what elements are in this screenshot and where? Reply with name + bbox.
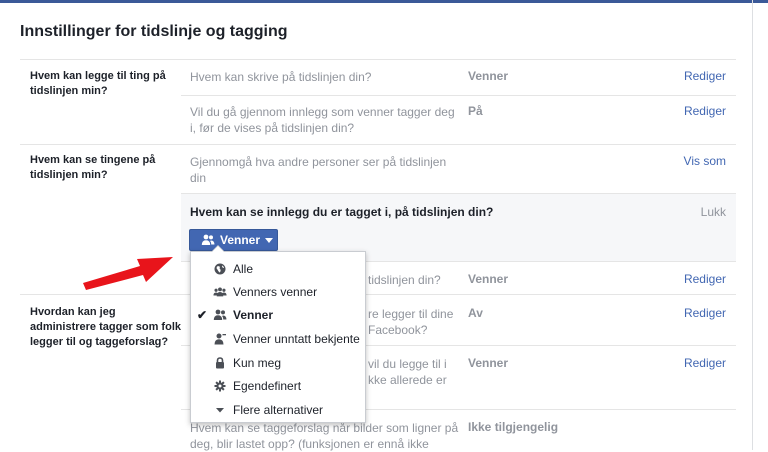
menu-item-label: Venners venner	[233, 284, 318, 299]
setting-question: Vil du gå gjennom innlegg som venner tag…	[190, 105, 455, 135]
divider	[20, 59, 736, 60]
menu-item-label: Flere alternativer	[233, 402, 324, 417]
setting-question: Hvem kan se taggeforslag når bilder som …	[190, 420, 462, 452]
setting-question-line: vil du legge til i	[368, 357, 447, 371]
view-as-link[interactable]: Vis som	[684, 154, 726, 168]
setting-question: tidslinjen din?	[368, 273, 441, 287]
menu-item-more-options[interactable]: Flere alternativer	[191, 398, 365, 421]
lock-icon	[216, 356, 224, 368]
checkmark-icon: ✔	[196, 307, 208, 322]
top-border	[0, 0, 768, 3]
menu-item-label: Venner unntatt bekjente	[233, 331, 360, 346]
audience-dropdown-menu: Alle Venners venner ✔ Venner Venner unnt…	[190, 245, 366, 423]
close-link[interactable]: Lukk	[701, 205, 726, 219]
menu-item-label: Kun meg	[233, 355, 282, 370]
menu-item-label: Egendefinert	[233, 378, 302, 393]
annotation-arrow-icon	[83, 257, 173, 290]
setting-question: vil du legge til i kke allerede er	[368, 356, 463, 388]
right-border	[752, 0, 753, 450]
chevron-down-icon	[265, 237, 274, 243]
gear-icon	[214, 380, 226, 391]
audience-selector-button[interactable]: Venner	[189, 229, 278, 251]
menu-item-friends[interactable]: ✔ Venner	[191, 303, 365, 326]
menu-item-label: Venner	[233, 307, 274, 322]
friends-except-icon	[214, 333, 226, 344]
menu-item-only-me[interactable]: Kun meg	[191, 351, 365, 374]
setting-question-line: Facebook?	[368, 323, 428, 337]
divider	[20, 144, 736, 145]
setting-question-line: kke allerede er	[368, 373, 447, 387]
setting-value: Av	[468, 306, 483, 320]
divider	[20, 294, 736, 295]
edit-link[interactable]: Rediger	[684, 272, 726, 286]
setting-value: Venner	[468, 356, 509, 370]
menu-item-label: Alle	[233, 261, 254, 276]
setting-value: Venner	[468, 272, 509, 286]
friends-icon	[213, 309, 227, 320]
edit-link[interactable]: Rediger	[684, 104, 726, 118]
section-label-timeline-posting: Hvem kan legge til ting på tidslinjen mi…	[30, 70, 166, 97]
setting-value: Venner	[468, 69, 509, 83]
globe-icon	[214, 263, 226, 274]
edit-link[interactable]: Rediger	[684, 69, 726, 83]
section-label-tagging: Hvordan kan jeg administrere tagger som …	[30, 306, 181, 348]
menu-item-custom[interactable]: Egendefinert	[191, 374, 365, 397]
friends-of-friends-icon	[213, 286, 227, 296]
edit-link[interactable]: Rediger	[684, 306, 726, 320]
divider	[181, 95, 736, 96]
setting-question: Gjennomgå hva andre personer ser på tids…	[190, 155, 447, 185]
setting-question: re legger til dine Facebook?	[368, 306, 463, 338]
setting-question-line: re legger til dine	[368, 307, 454, 321]
setting-question: Hvem kan skrive på tidslinjen din?	[190, 70, 372, 84]
menu-item-friends-except-acquaintances[interactable]: Venner unntatt bekjente	[191, 327, 365, 350]
menu-item-everyone[interactable]: Alle	[191, 257, 365, 280]
section-label-timeline-visibility: Hvem kan se tingene på tidslinjen min?	[30, 154, 156, 181]
edit-link[interactable]: Rediger	[684, 356, 726, 370]
setting-value: På	[468, 104, 483, 118]
setting-value: Ikke tilgjengelig	[468, 420, 559, 434]
menu-item-friends-of-friends[interactable]: Venners venner	[191, 280, 365, 303]
panel-question: Hvem kan se innlegg du er tagget i, på t…	[190, 205, 494, 219]
page-title: Innstillinger for tidslinje og tagging	[20, 23, 288, 40]
triangle-down-icon	[216, 407, 224, 412]
audience-selector-label: Venner	[220, 233, 261, 247]
